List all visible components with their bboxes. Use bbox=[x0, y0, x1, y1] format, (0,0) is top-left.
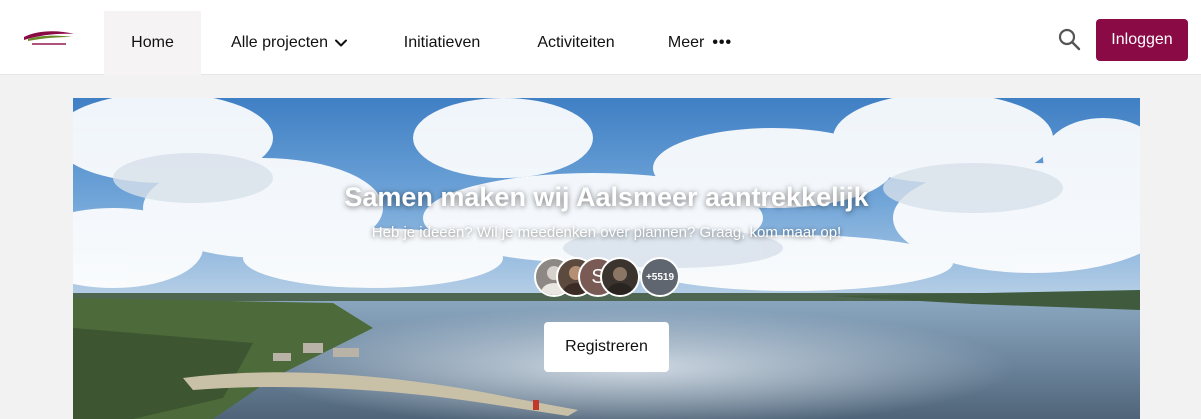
more-dots-icon: ••• bbox=[712, 34, 733, 51]
hero-subtitle: Heb je ideeën? Wil je meedenken over pla… bbox=[371, 224, 842, 241]
register-button[interactable]: Registreren bbox=[544, 322, 669, 372]
participants-count-badge: +5519 bbox=[640, 257, 680, 297]
nav-item-activiteiten[interactable]: Activiteiten bbox=[526, 11, 626, 75]
nav-item-label: Home bbox=[131, 34, 174, 51]
login-button[interactable]: Inloggen bbox=[1096, 19, 1188, 61]
nav-item-label: Activiteiten bbox=[537, 34, 615, 51]
nav-item-meer[interactable]: Meer ••• bbox=[660, 11, 740, 75]
top-navigation: Home Alle projecten Initiatieven Activit… bbox=[0, 0, 1201, 75]
nav-item-alle-projecten[interactable]: Alle projecten bbox=[222, 11, 357, 75]
hero-title: Samen maken wij Aalsmeer aantrekkelijk bbox=[344, 182, 869, 212]
nav-item-home[interactable]: Home bbox=[104, 11, 201, 75]
nav-item-label: Alle projecten bbox=[231, 34, 328, 51]
avatar bbox=[600, 257, 640, 297]
participants-count: +5519 bbox=[645, 271, 675, 283]
hero-banner: Samen maken wij Aalsmeer aantrekkelijk H… bbox=[73, 98, 1140, 419]
logo-icon[interactable] bbox=[18, 28, 78, 48]
nav-item-label: Meer bbox=[667, 34, 705, 51]
nav-item-label: Initiatieven bbox=[403, 34, 481, 51]
nav-item-initiatieven[interactable]: Initiatieven bbox=[392, 11, 492, 75]
search-icon[interactable] bbox=[1056, 26, 1082, 52]
chevron-down-icon bbox=[334, 39, 347, 47]
